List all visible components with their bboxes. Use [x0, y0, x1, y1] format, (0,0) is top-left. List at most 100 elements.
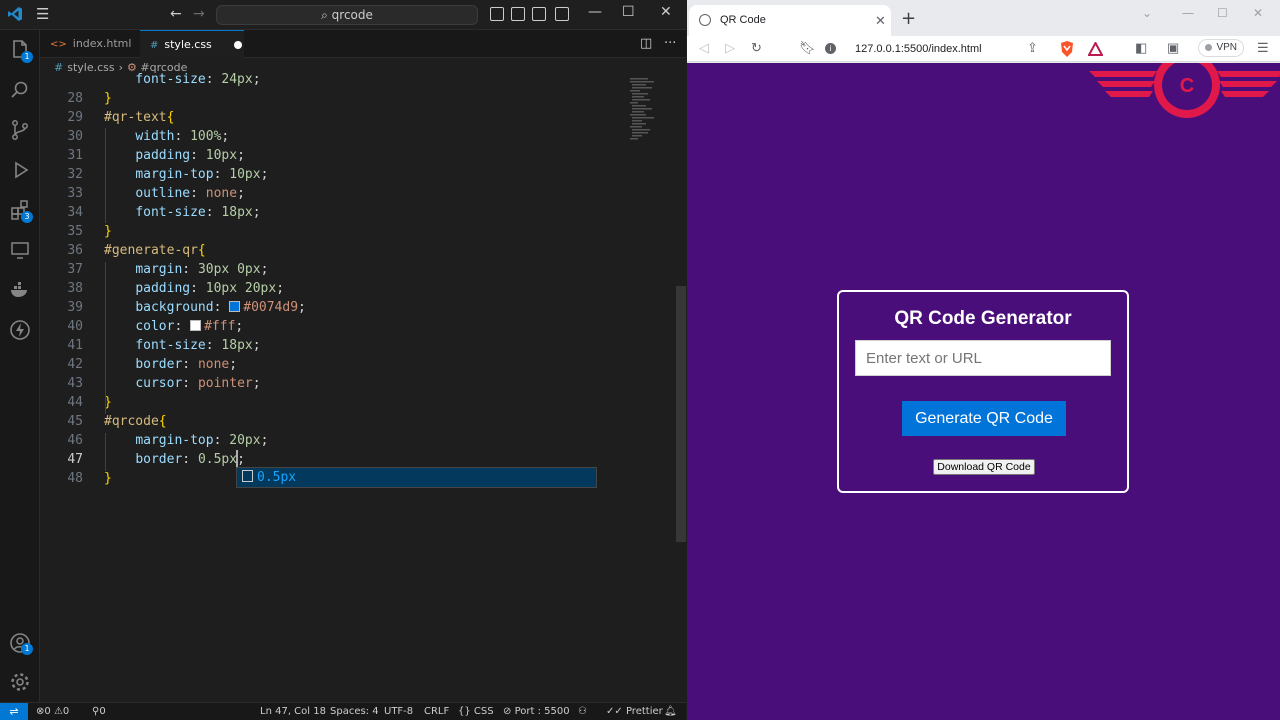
code-line[interactable]: 34 font-size: 18px; [40, 203, 640, 222]
code-line[interactable]: 41 font-size: 18px; [40, 336, 640, 355]
tab-index-html[interactable]: <> index.html [40, 30, 138, 58]
qr-generator-card: QR Code Generator Generate QR Code Downl… [837, 290, 1129, 493]
suggestion-widget[interactable]: 0.5px [236, 467, 597, 488]
code-line[interactable]: 29 #qr-text{ [40, 108, 640, 127]
remote-indicator-icon[interactable]: ⇌ [0, 703, 28, 720]
code-editor[interactable]: font-size: 24px; 28} 29 #qr-text{30 width:… [40, 72, 686, 702]
code-text: width: 100%; [135, 129, 230, 144]
notifications-bell-icon[interactable]: 🔔︎ [664, 703, 677, 720]
ports-status[interactable]: ⚲0 [92, 703, 106, 720]
qr-text-input[interactable] [855, 340, 1111, 376]
code-line[interactable]: 28} [40, 89, 640, 108]
tab-search-chevron-icon[interactable]: ⌄ [1142, 6, 1152, 20]
minimap[interactable] [628, 76, 678, 146]
back-arrow-icon[interactable]: ← [170, 6, 182, 22]
docker-icon[interactable] [8, 278, 32, 302]
browser-tab-title: QR Code [720, 14, 766, 26]
search-label: qrcode [331, 8, 373, 22]
line-number: 40 [67, 319, 83, 334]
more-actions-icon[interactable]: ··· [664, 36, 676, 51]
reload-icon[interactable]: ↻ [751, 40, 762, 56]
editor-scrollbar[interactable] [676, 286, 686, 542]
command-center-search[interactable]: ⌕ qrcode [216, 5, 478, 25]
run-debug-icon[interactable] [8, 158, 32, 182]
live-server-status[interactable]: ⊘ Port : 5500 [503, 703, 570, 720]
channel-logo: C [1089, 63, 1280, 118]
suggestion-item[interactable]: 0.5px [257, 470, 296, 485]
menu-icon[interactable]: ☰ [36, 6, 49, 22]
code-line[interactable]: 31 padding: 10px; [40, 146, 640, 165]
bookmark-icon[interactable]: 🔖︎ [799, 40, 816, 56]
settings-gear-icon[interactable] [8, 670, 32, 694]
download-qr-button[interactable]: Download QR Code [933, 459, 1035, 475]
code-line[interactable]: 38 padding: 10px 20px; [40, 279, 640, 298]
code-line[interactable]: 33 outline: none; [40, 184, 640, 203]
forward-icon[interactable]: ▷ [725, 40, 735, 56]
code-line[interactable]: 44} [40, 393, 640, 412]
code-text: font-size: 18px; [135, 338, 261, 353]
site-info-icon[interactable]: i [825, 43, 836, 54]
minimize-icon[interactable]: — [588, 4, 602, 20]
tab-label: style.css [164, 38, 212, 51]
code-line[interactable]: 36 #generate-qr{ [40, 241, 640, 260]
code-line[interactable]: 30 width: 100%; [40, 127, 640, 146]
code-line[interactable]: 32 margin-top: 10px; [40, 165, 640, 184]
maximize-icon[interactable]: ☐ [1217, 6, 1228, 20]
code-line[interactable]: 37 margin: 30px 0px; [40, 260, 640, 279]
color-swatch-icon[interactable] [229, 301, 241, 312]
close-window-icon[interactable]: ✕ [660, 4, 672, 20]
maximize-icon[interactable]: ☐ [622, 4, 635, 20]
activity-bar: 1 3 1 [0, 30, 40, 702]
css-value: 0.5px [197, 452, 238, 467]
line-number: 36 [67, 243, 83, 258]
search-icon: ⌕ [321, 8, 332, 22]
copilot-icon[interactable]: ⚇ [578, 703, 587, 720]
thunder-client-icon[interactable] [8, 318, 32, 342]
unsaved-dot-icon[interactable] [233, 41, 242, 49]
toggle-secondary-sidebar-icon[interactable] [532, 7, 546, 21]
code-line[interactable]: 39 background: #0074d9; [40, 298, 640, 317]
line-number: 46 [67, 433, 83, 448]
code-line[interactable]: 43 cursor: pointer; [40, 374, 640, 393]
back-icon[interactable]: ◁ [699, 40, 709, 56]
minimize-icon[interactable]: — [1182, 6, 1194, 20]
browser-tab[interactable]: QR Code ✕ [689, 5, 891, 36]
code-line[interactable]: 45 #qrcode{ [40, 412, 640, 431]
tab-style-css[interactable]: # style.css [140, 30, 244, 58]
share-icon[interactable]: ⇪ [1027, 40, 1038, 56]
generate-qr-button[interactable]: Generate QR Code [902, 401, 1066, 436]
search-icon[interactable] [8, 78, 32, 102]
code-text: margin: 30px 0px; [135, 262, 269, 277]
new-tab-icon[interactable]: + [901, 8, 916, 29]
code-line[interactable]: 35} [40, 222, 640, 241]
sidebar-toggle-icon[interactable]: ◧ [1135, 40, 1147, 56]
code-line[interactable]: 42 border: none; [40, 355, 640, 374]
indentation-status[interactable]: Spaces: 4 [330, 703, 379, 720]
language-status[interactable]: {} CSS [458, 703, 494, 720]
split-editor-icon[interactable]: ◫ [640, 36, 652, 51]
brave-shield-icon[interactable] [1060, 41, 1074, 57]
source-control-icon[interactable] [8, 118, 32, 142]
wallet-icon[interactable]: ▣ [1167, 40, 1179, 56]
close-tab-icon[interactable]: ✕ [875, 5, 886, 36]
explorer-badge: 1 [21, 51, 33, 63]
toggle-panel-icon[interactable] [511, 7, 525, 21]
vpn-button[interactable]: VPN [1198, 39, 1244, 57]
customize-layout-icon[interactable] [555, 7, 569, 21]
address-bar[interactable]: i 127.0.0.1:5500/index.html [825, 38, 1049, 60]
code-line[interactable]: 46 margin-top: 20px; [40, 431, 640, 450]
problems-status[interactable]: ⊗0 ⚠0 [36, 703, 69, 720]
encoding-status[interactable]: UTF-8 [384, 703, 413, 720]
eol-status[interactable]: CRLF [424, 703, 449, 720]
brave-rewards-icon[interactable] [1088, 42, 1103, 56]
code-line[interactable]: 40 color: #fff; [40, 317, 640, 336]
cursor-position[interactable]: Ln 47, Col 18 [260, 703, 326, 720]
toggle-sidebar-icon[interactable] [490, 7, 504, 21]
color-swatch-icon[interactable] [190, 320, 202, 331]
line-number: 45 [67, 414, 83, 429]
menu-icon[interactable]: ☰ [1257, 40, 1269, 56]
remote-explorer-icon[interactable] [8, 238, 32, 262]
close-window-icon[interactable]: ✕ [1253, 6, 1263, 20]
prettier-status[interactable]: ✓✓ Prettier [606, 703, 663, 720]
forward-arrow-icon[interactable]: → [193, 6, 205, 22]
